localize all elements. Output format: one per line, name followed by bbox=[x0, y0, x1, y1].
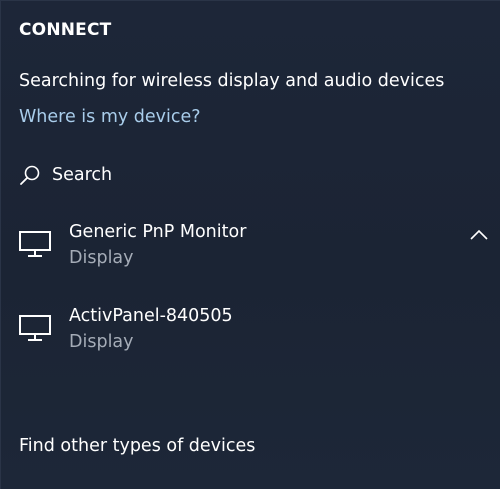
search-status-text: Searching for wireless display and audio… bbox=[19, 71, 445, 91]
connect-panel: CONNECT Searching for wireless display a… bbox=[0, 0, 500, 489]
panel-title: CONNECT bbox=[19, 20, 112, 40]
where-is-my-device-link[interactable]: Where is my device? bbox=[19, 107, 201, 127]
device-name: Generic PnP Monitor bbox=[69, 222, 247, 242]
device-type: Display bbox=[69, 248, 134, 268]
device-item-generic-pnp-monitor[interactable]: Generic PnP Monitor Display bbox=[1, 222, 500, 292]
chevron-up-icon[interactable] bbox=[469, 228, 489, 242]
search-label: Search bbox=[52, 165, 113, 185]
monitor-icon bbox=[19, 231, 51, 257]
find-other-devices-link[interactable]: Find other types of devices bbox=[19, 436, 255, 456]
device-name: ActivPanel-840505 bbox=[69, 306, 233, 326]
search-button[interactable]: Search bbox=[19, 161, 112, 189]
device-item-activpanel[interactable]: ActivPanel-840505 Display bbox=[1, 306, 500, 376]
device-type: Display bbox=[69, 332, 134, 352]
search-icon bbox=[20, 165, 40, 185]
monitor-icon bbox=[19, 315, 51, 341]
